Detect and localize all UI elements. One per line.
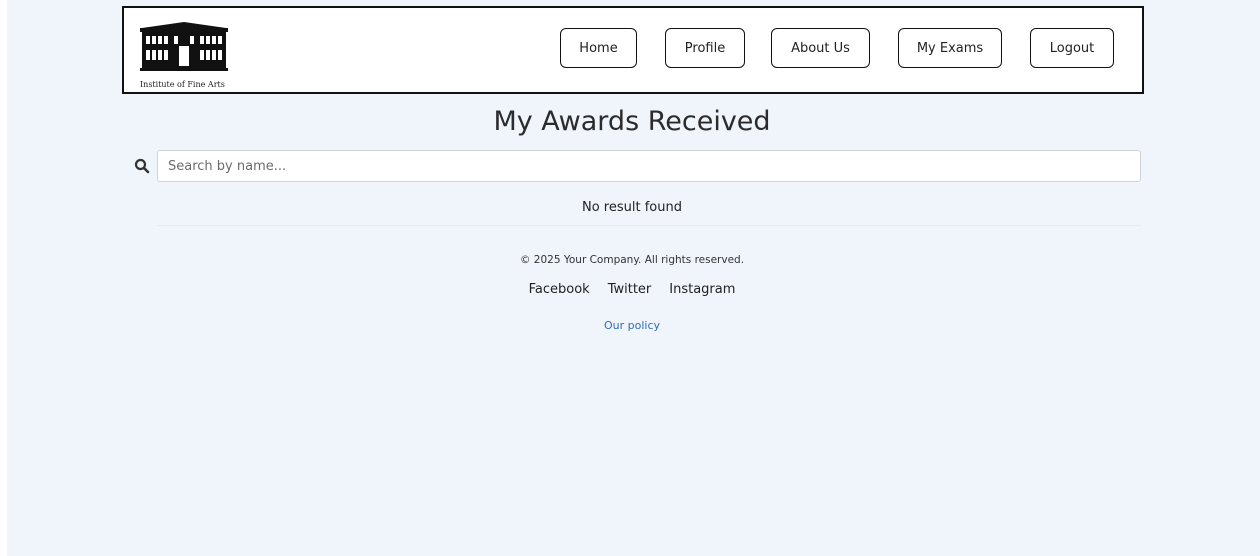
site-header: Institute of Fine Arts Home Profile Abou…	[122, 6, 1144, 94]
search-icon	[134, 158, 150, 174]
copyright-text: © 2025 Your Company. All rights reserved…	[519, 254, 745, 266]
social-links: Facebook Twitter Instagram	[0, 282, 1260, 297]
policy-section: Our policy	[0, 319, 1260, 332]
building-logo-icon	[140, 22, 228, 71]
page-title: My Awards Received	[493, 106, 771, 137]
instagram-link[interactable]: Instagram	[669, 282, 735, 297]
nav-my-exams-button[interactable]: My Exams	[898, 28, 1002, 68]
institute-logo[interactable]: Institute of Fine Arts	[138, 18, 230, 89]
nav-profile-button[interactable]: Profile	[665, 28, 745, 68]
empty-results-message: No result found	[582, 200, 682, 215]
nav-about-us-button[interactable]: About Us	[771, 28, 870, 68]
nav-logout-button[interactable]: Logout	[1030, 28, 1114, 68]
our-policy-link[interactable]: Our policy	[604, 319, 660, 332]
left-edge-strip	[0, 0, 7, 556]
search-input[interactable]	[157, 150, 1141, 182]
logo-caption: Institute of Fine Arts	[140, 80, 225, 89]
twitter-link[interactable]: Twitter	[608, 282, 652, 297]
facebook-link[interactable]: Facebook	[529, 282, 590, 297]
results-divider	[157, 225, 1141, 226]
nav-home-button[interactable]: Home	[560, 28, 637, 68]
